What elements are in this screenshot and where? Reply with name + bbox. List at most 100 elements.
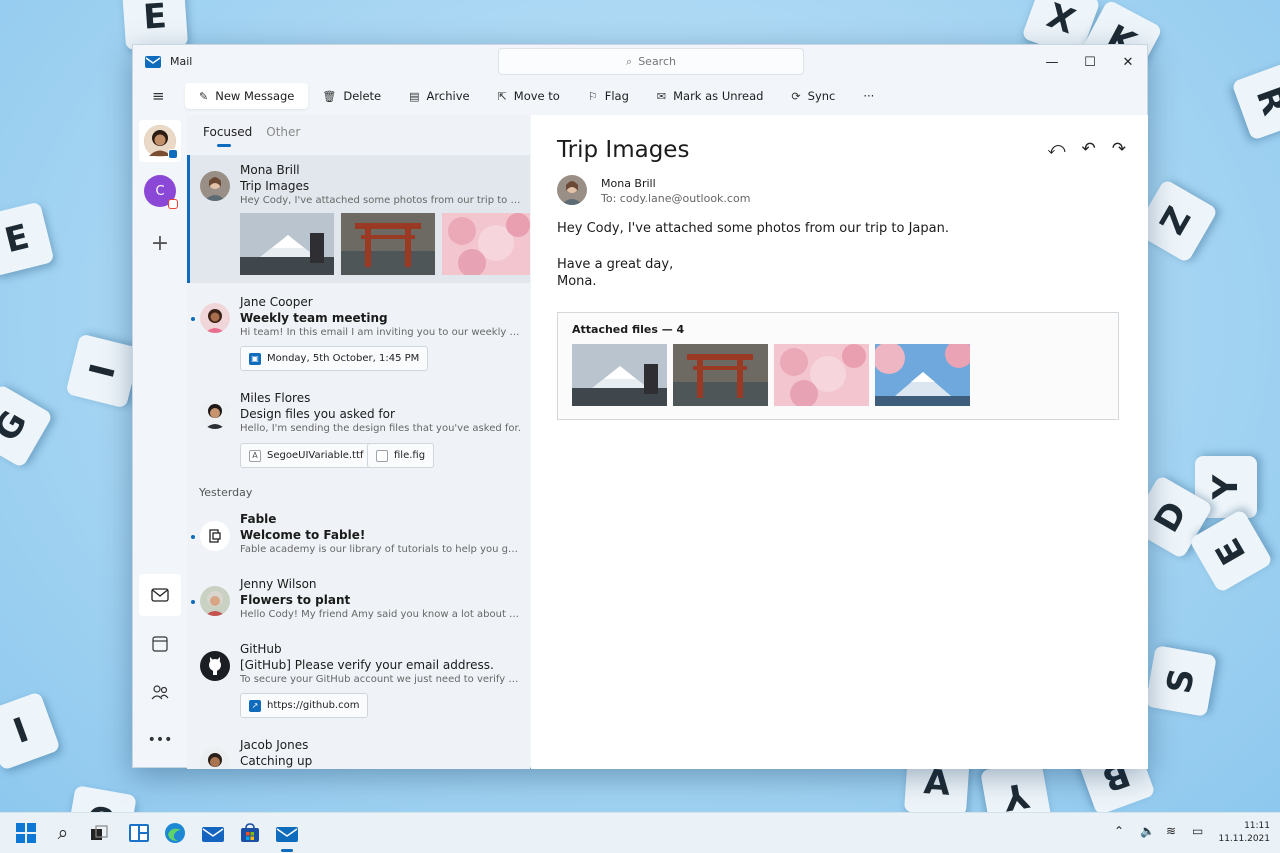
recipient-line: To: cody.lane@outlook.com (601, 192, 751, 205)
letter-tile: R (1231, 61, 1280, 141)
new-message-button[interactable]: ✎ New Message (185, 83, 309, 109)
mark-unread-label: Mark as Unread (673, 89, 764, 103)
message-subject: Weekly team meeting (240, 311, 388, 325)
avatar (144, 125, 178, 159)
list-item[interactable]: Jane Cooper Weekly team meeting Hi team!… (187, 287, 530, 377)
move-to-button[interactable]: ⇱ Move to (484, 83, 574, 109)
windows-logo-icon (16, 823, 36, 843)
envelope-open-icon: ✉ (656, 89, 667, 103)
reading-pane: Trip Images ⤺ ↶ ↷ Mona Brill To: cody.la… (531, 115, 1148, 769)
tab-other[interactable]: Other (266, 125, 300, 139)
letter-tile: I (65, 333, 141, 409)
email-body-line: Have a great day, (557, 257, 674, 272)
tab-focused[interactable]: Focused (203, 125, 252, 147)
clock-date: 11.11.2021 (1218, 834, 1270, 844)
message-sender: Jenny Wilson (240, 577, 317, 591)
message-preview: Hello, I'm sending the design files that… (240, 423, 521, 434)
letter-tile: O (65, 785, 137, 812)
forward-icon[interactable]: ↷ (1112, 139, 1126, 159)
search-taskbar-icon[interactable]: ⌕ (51, 821, 75, 845)
message-list: Focused Other Mona Brill Trip Images Hey… (187, 115, 530, 769)
hamburger-menu-icon[interactable]: ≡ (152, 87, 165, 105)
avatar (557, 175, 587, 205)
active-app-indicator (281, 849, 293, 852)
list-item[interactable]: Fable Welcome to Fable! Fable academy is… (187, 505, 530, 567)
attachment-thumbnail[interactable] (442, 213, 530, 275)
chevron-up-icon[interactable]: ⌃ (1114, 824, 1124, 838)
attachment-thumbnail[interactable] (572, 344, 667, 406)
delete-label: Delete (343, 89, 382, 103)
task-view-icon[interactable] (87, 821, 111, 845)
list-item[interactable]: GitHub [GitHub] Please verify your email… (187, 635, 530, 727)
message-preview: Hey Cody, I've attached some photos from… (240, 195, 522, 206)
search-icon: ⌕ (626, 54, 633, 68)
wifi-icon[interactable]: ≋ (1166, 824, 1176, 838)
more-options-button[interactable]: ··· (849, 83, 888, 109)
close-button[interactable]: ✕ (1117, 51, 1139, 73)
clock-time: 11:11 (1244, 821, 1270, 831)
calendar-nav-button[interactable] (139, 623, 181, 665)
message-sender: Fable (240, 512, 277, 526)
command-bar: ✎ New Message 🗑 Delete ▤ Archive ⇱ Move … (185, 83, 888, 109)
maximize-button[interactable]: ☐ (1079, 51, 1101, 73)
list-item[interactable]: Mona Brill Trip Images Hey Cody, I've at… (187, 155, 530, 283)
link-icon: ↗ (249, 699, 261, 712)
message-subject: Trip Images (240, 179, 310, 193)
selection-indicator (187, 155, 190, 283)
start-button[interactable] (14, 821, 38, 845)
avatar (200, 651, 230, 681)
sync-label: Sync (807, 89, 836, 103)
battery-icon[interactable]: ▭ (1192, 824, 1203, 838)
file-attachment-chip[interactable]: A SegoeUIVariable.ttf (240, 443, 373, 468)
attachment-thumbnail[interactable] (774, 344, 869, 406)
attachment-thumbnail[interactable] (240, 213, 334, 275)
meeting-invite-chip[interactable]: ▣ Monday, 5th October, 1:45 PM (240, 346, 429, 371)
file-attachment-chip[interactable]: file.fig (367, 443, 435, 468)
archive-button[interactable]: ▤ Archive (395, 83, 483, 109)
list-item[interactable]: Miles Flores Design files you asked for … (187, 383, 530, 477)
reply-all-icon[interactable]: ⤺ (1047, 139, 1065, 159)
avatar (200, 399, 230, 429)
reply-icon[interactable]: ↶ (1082, 139, 1096, 159)
attachment-thumbnail[interactable] (875, 344, 970, 406)
edge-browser-icon[interactable] (163, 821, 187, 845)
account-rail: C + ••• (133, 115, 185, 769)
minimize-button[interactable]: — (1041, 51, 1063, 73)
outlook-badge-icon (168, 149, 178, 159)
volume-icon[interactable]: 🔈 (1140, 824, 1155, 838)
widgets-icon[interactable] (127, 821, 151, 845)
mail-active-taskbar-icon[interactable] (275, 821, 299, 845)
message-sender: Miles Flores (240, 391, 311, 405)
sync-button[interactable]: ⟳ Sync (777, 83, 849, 109)
archive-icon: ▤ (409, 89, 420, 103)
mail-taskbar-icon[interactable] (201, 821, 225, 845)
unread-indicator (191, 600, 195, 604)
message-sender: Jacob Jones (240, 738, 309, 752)
meeting-time: Monday, 5th October, 1:45 PM (267, 353, 420, 364)
message-subject: Flowers to plant (240, 593, 351, 607)
system-clock[interactable]: 11:11 11.11.2021 (1218, 820, 1270, 846)
attachment-thumbnail[interactable] (341, 213, 435, 275)
list-item[interactable]: Jacob Jones Catching up (187, 731, 530, 769)
account-initial: C (155, 183, 165, 199)
unread-indicator (191, 535, 195, 539)
sender-name[interactable]: Mona Brill (601, 177, 656, 190)
list-item[interactable]: Jenny Wilson Flowers to plant Hello Cody… (187, 570, 530, 632)
link-chip[interactable]: ↗ https://github.com (240, 693, 369, 718)
mark-unread-button[interactable]: ✉ Mark as Unread (643, 83, 778, 109)
unread-indicator (191, 317, 195, 321)
email-subject: Trip Images (557, 137, 690, 163)
store-icon[interactable] (238, 821, 262, 845)
delete-button[interactable]: 🗑 Delete (308, 83, 395, 109)
attachment-thumbnail[interactable] (673, 344, 768, 406)
avatar: C (144, 175, 178, 209)
mail-nav-button[interactable] (139, 574, 181, 616)
search-input[interactable]: ⌕ Search (498, 48, 804, 75)
flag-button[interactable]: ⚐ Flag (574, 83, 643, 109)
account-outlook[interactable] (139, 120, 181, 162)
people-nav-button[interactable] (139, 671, 181, 713)
add-account-icon[interactable]: + (139, 222, 181, 264)
account-gmail[interactable]: C (139, 170, 181, 212)
more-apps-icon[interactable]: ••• (139, 719, 181, 761)
archive-label: Archive (426, 89, 470, 103)
